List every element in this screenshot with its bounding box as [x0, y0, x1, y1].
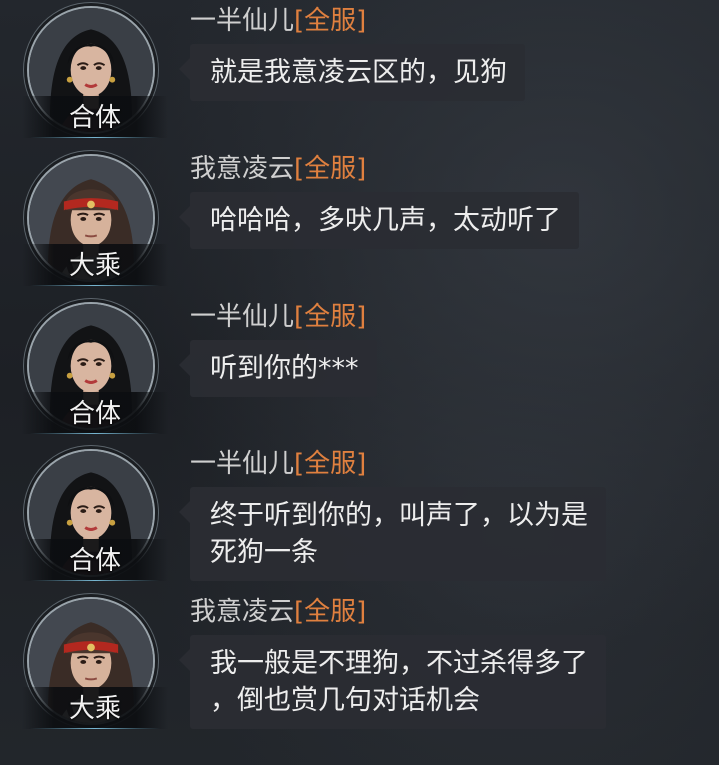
bubble-tail [179, 501, 190, 523]
message-text: 就是我意凌云区的，见狗 [210, 57, 507, 88]
rank-label: 大乘 [68, 251, 121, 281]
rank-label: 合体 [68, 103, 121, 133]
world-chat-panel: 合体 一半仙儿[全服] 就是我意凌云区的，见狗 大乘 我意凌云[全服] 哈哈哈，… [0, 0, 719, 765]
server-tag: [全服] [294, 6, 367, 36]
rank-label: 大乘 [68, 694, 121, 724]
rank-divider [30, 728, 160, 729]
avatar[interactable]: 合体 [22, 302, 168, 434]
avatar[interactable]: 大乘 [22, 154, 168, 286]
sender-name[interactable]: 一半仙儿 [190, 449, 294, 479]
avatar[interactable]: 合体 [22, 6, 168, 138]
message-text: 哈哈哈，多吠几声，太动听了 [210, 205, 561, 236]
rank-divider [30, 433, 160, 434]
sender-name[interactable]: 一半仙儿 [190, 302, 294, 332]
server-tag: [全服] [294, 449, 367, 479]
sender-line: 我意凌云[全服] [190, 152, 366, 186]
rank-label: 合体 [68, 399, 121, 429]
server-tag: [全服] [294, 597, 367, 627]
bubble-tail [179, 354, 190, 376]
sender-name[interactable]: 我意凌云 [190, 154, 294, 184]
rank-label: 合体 [68, 546, 121, 576]
message-text: 我一般是不理狗，不过杀得多了 ，倒也赏几句对话机会 [210, 648, 588, 716]
sender-line: 一半仙儿[全服] [190, 300, 366, 334]
message-bubble: 终于听到你的，叫声了，以为是 死狗一条 [179, 487, 606, 581]
message-text: 终于听到你的，叫声了，以为是 死狗一条 [210, 500, 588, 568]
sender-line: 我意凌云[全服] [190, 595, 366, 629]
message-bubble: 我一般是不理狗，不过杀得多了 ，倒也赏几句对话机会 [179, 635, 606, 729]
sender-name[interactable]: 我意凌云 [190, 597, 294, 627]
message-bubble: 哈哈哈，多吠几声，太动听了 [179, 192, 579, 249]
server-tag: [全服] [294, 302, 367, 332]
rank-divider [30, 285, 160, 286]
message-bubble: 就是我意凌云区的，见狗 [179, 44, 525, 101]
bubble-tail [179, 58, 190, 80]
sender-name[interactable]: 一半仙儿 [190, 6, 294, 36]
bubble-tail [179, 649, 190, 671]
rank-divider [30, 137, 160, 138]
sender-line: 一半仙儿[全服] [190, 447, 366, 481]
avatar[interactable]: 合体 [22, 449, 168, 581]
sender-line: 一半仙儿[全服] [190, 4, 366, 38]
avatar[interactable]: 大乘 [22, 597, 168, 729]
server-tag: [全服] [294, 154, 367, 184]
message-text: 听到你的*** [210, 353, 359, 384]
message-bubble: 听到你的*** [179, 340, 377, 397]
bubble-tail [179, 206, 190, 228]
rank-divider [30, 580, 160, 581]
